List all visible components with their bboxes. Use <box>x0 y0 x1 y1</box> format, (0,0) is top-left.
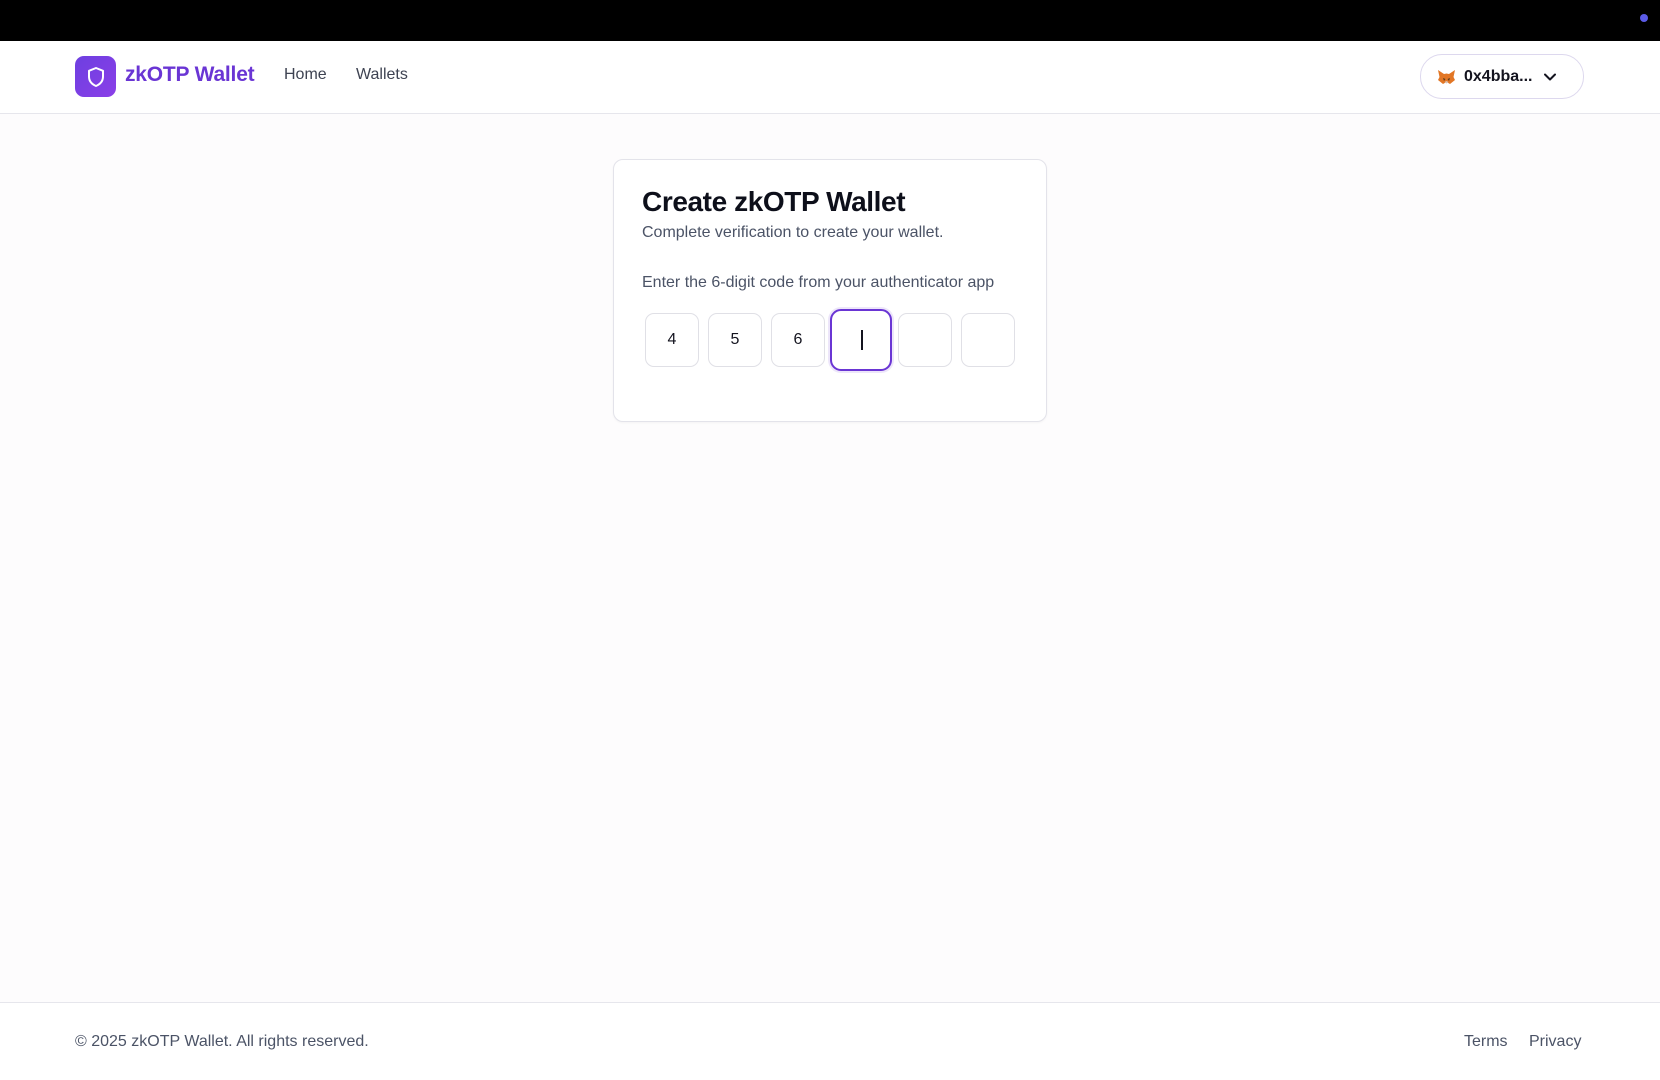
nav-wallets-link[interactable]: Wallets <box>356 66 408 84</box>
create-wallet-card: Create zkOTP Wallet Complete verificatio… <box>613 159 1047 422</box>
privacy-link[interactable]: Privacy <box>1529 1033 1581 1051</box>
copyright-text: © 2025 zkOTP Wallet. All rights reserved… <box>75 1033 369 1050</box>
otp-digit-3[interactable] <box>771 313 825 367</box>
account-button[interactable]: 0x4bba... <box>1420 54 1584 99</box>
text-caret <box>861 330 863 350</box>
metamask-fox-icon <box>1438 69 1455 84</box>
otp-instructions: Enter the 6-digit code from your authent… <box>642 274 995 291</box>
site-footer: © 2025 zkOTP Wallet. All rights reserved… <box>0 1002 1660 1080</box>
otp-digit-4[interactable] <box>830 309 892 371</box>
browser-top-bar <box>0 0 1660 41</box>
otp-digit-5[interactable] <box>898 313 952 367</box>
otp-digit-1[interactable] <box>645 313 699 367</box>
account-address: 0x4bba... <box>1464 67 1533 85</box>
site-header: zkOTP Wallet Home Wallets 0x4bba... <box>0 41 1660 114</box>
page-title: Create zkOTP Wallet <box>642 186 906 217</box>
nav-home-link[interactable]: Home <box>284 66 327 84</box>
card-subtitle: Complete verification to create your wal… <box>642 224 944 241</box>
terms-link[interactable]: Terms <box>1464 1033 1508 1051</box>
otp-digit-2[interactable] <box>708 313 762 367</box>
indicator-dot <box>1640 14 1648 22</box>
shield-logo-icon[interactable] <box>75 56 116 97</box>
brand-name[interactable]: zkOTP Wallet <box>125 63 255 87</box>
chevron-down-icon <box>1544 73 1557 81</box>
otp-digit-6[interactable] <box>961 313 1015 367</box>
